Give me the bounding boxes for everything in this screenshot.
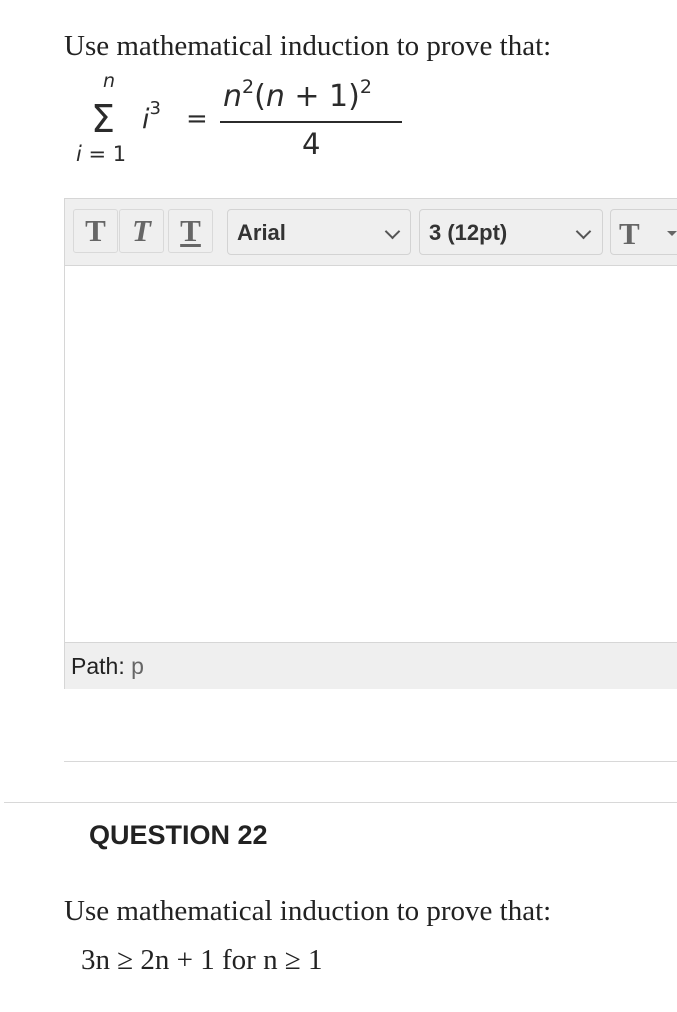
- question-22-prompt: Use mathematical induction to prove that…: [64, 895, 552, 927]
- question-divider: [4, 802, 677, 803]
- numerator-open-paren: (: [254, 79, 266, 114]
- font-family-value: Arial: [237, 220, 286, 245]
- path-label: Path:: [71, 653, 125, 679]
- question-22-title: QUESTION 22: [89, 820, 268, 850]
- editor-status-bar: Path: p: [65, 642, 677, 689]
- chevron-down-icon: [575, 223, 592, 240]
- equals-sign: =: [186, 104, 208, 134]
- font-size-select[interactable]: 3 (12pt): [419, 209, 603, 255]
- italic-button[interactable]: T: [119, 209, 164, 253]
- answer-divider: [64, 761, 677, 762]
- question-22-statement: 3n ≥ 2n + 1 for n ≥ 1: [81, 944, 323, 976]
- sum-term-exponent: 3: [149, 98, 161, 119]
- font-size-value: 3 (12pt): [429, 220, 508, 245]
- sigma-symbol: Σ: [91, 97, 116, 141]
- editor-text-area[interactable]: [65, 266, 677, 642]
- sum-term-variable: i: [142, 104, 150, 135]
- numerator-plus-one: + 1): [284, 79, 360, 114]
- dropdown-arrow-icon[interactable]: [667, 231, 677, 236]
- editor-toolbar: T T T Arial 3 (12pt) T: [65, 199, 677, 266]
- numerator-n-second: n: [265, 79, 285, 114]
- path-indicator: Path: p: [71, 653, 144, 680]
- underline-button[interactable]: T: [168, 209, 213, 253]
- sum-lower-value: = 1: [81, 142, 127, 166]
- fraction-numerator: n2(n + 1)2: [223, 78, 372, 112]
- bold-button[interactable]: T: [73, 209, 118, 253]
- answer-editor: T T T Arial 3 (12pt) T Path: p: [64, 198, 677, 689]
- font-family-select[interactable]: Arial: [227, 209, 411, 255]
- sum-lower-limit: i = 1: [76, 144, 126, 165]
- text-color-icon: T: [619, 216, 640, 251]
- sum-term: i3: [142, 98, 161, 135]
- fraction-denominator: 4: [302, 127, 321, 161]
- numerator-outer-exponent: 2: [359, 76, 372, 98]
- path-value[interactable]: p: [131, 653, 144, 679]
- text-color-button[interactable]: T: [610, 209, 677, 255]
- chevron-down-icon: [384, 223, 401, 240]
- numerator-n: n: [223, 79, 243, 114]
- fraction-bar: [220, 121, 402, 123]
- numerator-n-exponent: 2: [242, 76, 255, 98]
- summation-formula: n Σ i3 i = 1 = n2(n + 1)2 4: [0, 0, 677, 180]
- sum-upper-limit: n: [103, 70, 116, 92]
